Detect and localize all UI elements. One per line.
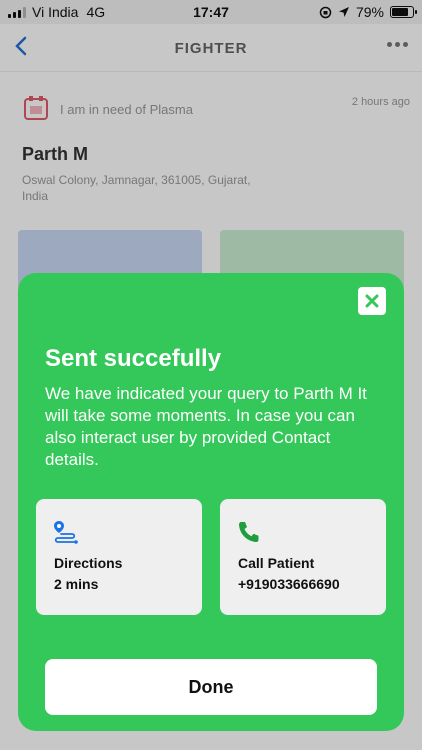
phone-icon (239, 522, 259, 542)
close-button[interactable] (358, 287, 386, 315)
close-icon (365, 294, 379, 308)
directions-card[interactable]: Directions 2 mins (36, 499, 202, 615)
call-patient-card[interactable]: Call Patient +919033666690 (220, 499, 386, 615)
directions-label: Directions (54, 555, 123, 571)
directions-icon (54, 521, 78, 544)
done-button[interactable]: Done (45, 659, 377, 715)
modal-title: Sent succefully (45, 345, 222, 372)
modal-message: We have indicated your query to Parth M … (45, 384, 367, 469)
success-modal: Sent succefully We have indicated your q… (18, 273, 404, 731)
call-phone-number[interactable]: +919033666690 (238, 576, 340, 592)
call-label: Call Patient (238, 555, 315, 571)
directions-value: 2 mins (54, 576, 99, 592)
